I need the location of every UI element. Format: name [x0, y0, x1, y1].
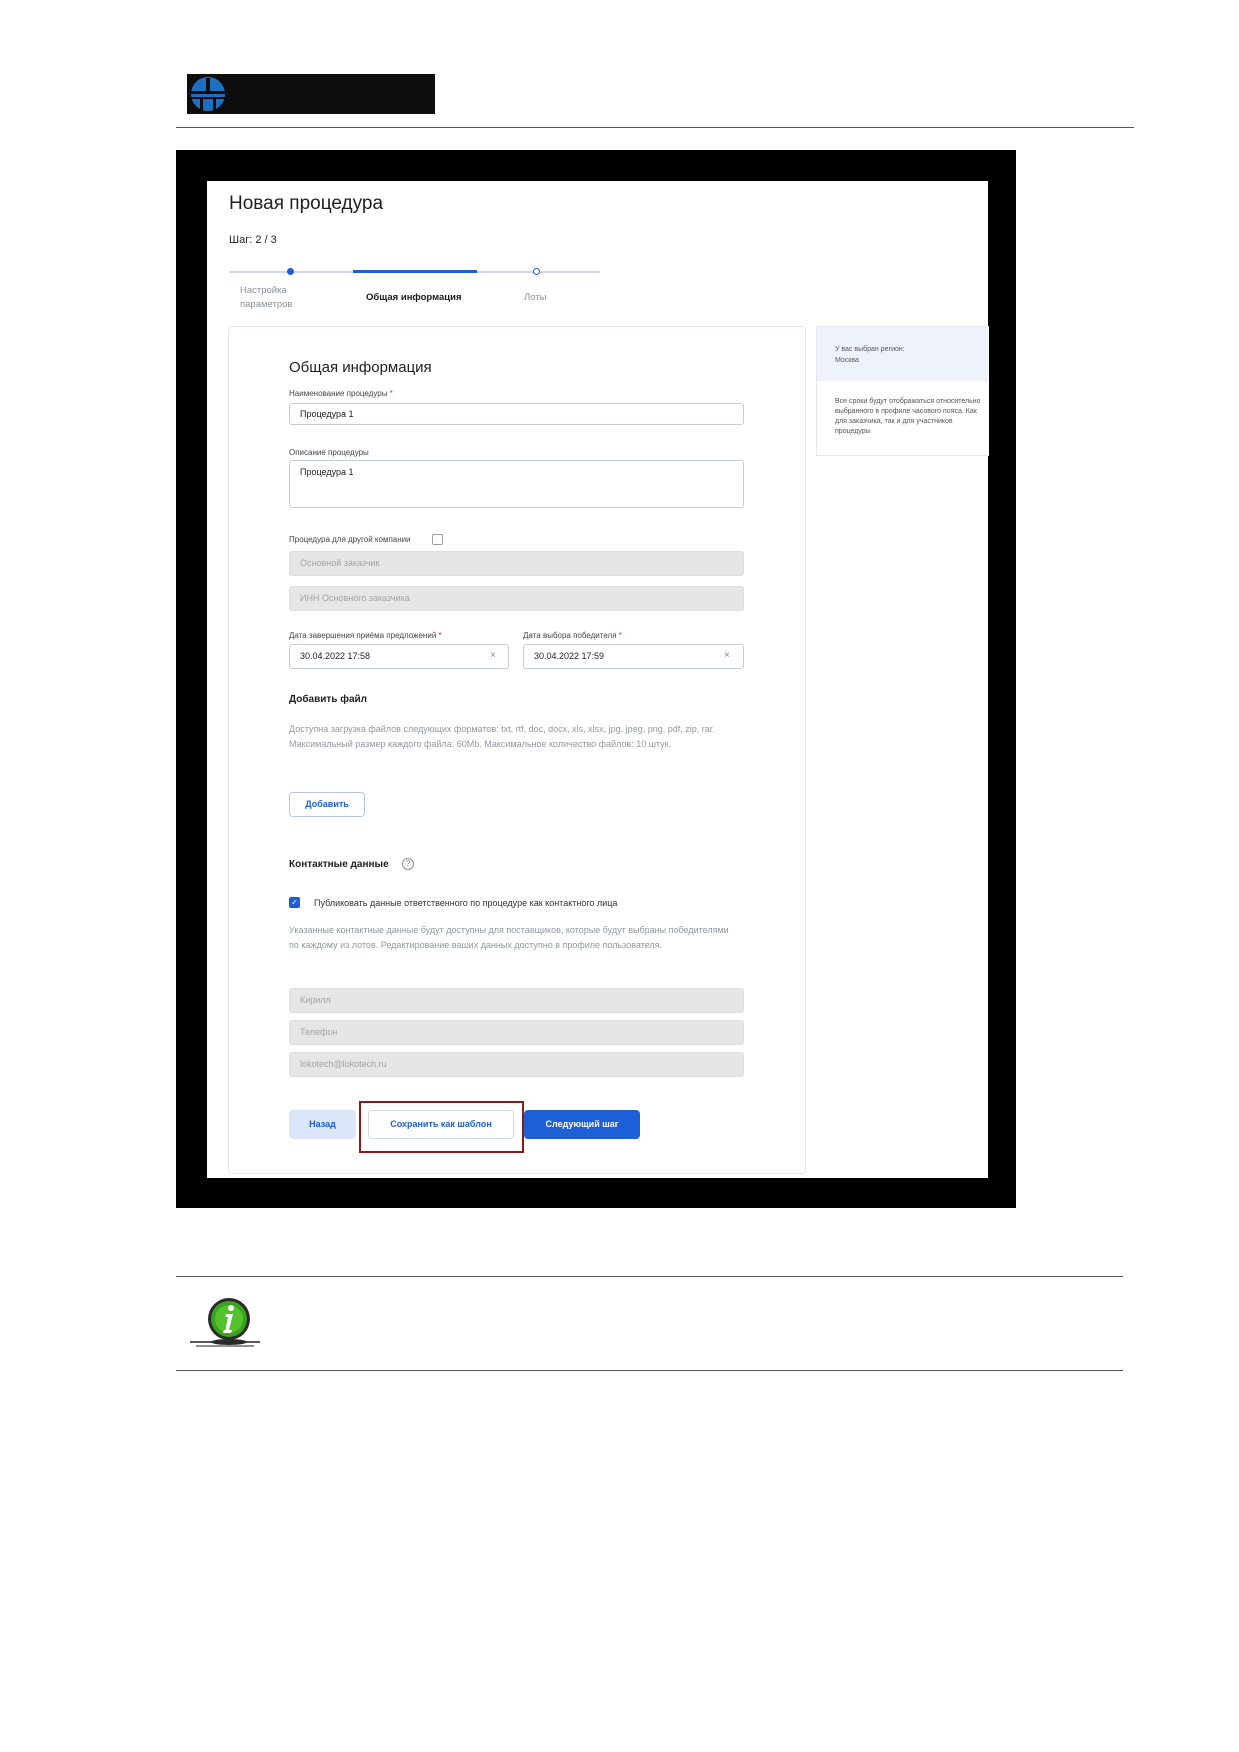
header-divider: [176, 127, 1134, 128]
procedure-name-label-text: Наименование процедуры: [289, 389, 388, 398]
other-company-checkbox[interactable]: [432, 534, 443, 545]
stepper-dot-next: [533, 268, 540, 275]
region-value: Москва: [835, 357, 859, 364]
section-title: Общая информация: [289, 359, 432, 376]
stepper-dot-done: [287, 268, 294, 275]
save-template-highlight: [359, 1101, 524, 1153]
main-customer-input[interactable]: Основной заказчик: [289, 551, 744, 576]
add-file-button[interactable]: Добавить: [289, 792, 365, 817]
next-step-button[interactable]: Следующий шаг: [524, 1110, 640, 1139]
end-date-label: Дата завершения приёма предложений *: [289, 631, 442, 640]
winner-date-clear-icon[interactable]: ×: [724, 650, 730, 661]
winner-date-label-text: Дата выбора победителя: [523, 631, 617, 640]
other-company-label: Процедура для другой компании: [289, 535, 411, 544]
procedure-name-label: Наименование процедуры *: [289, 389, 393, 398]
back-button[interactable]: Назад: [289, 1110, 356, 1139]
region-title: У вас выбран регион:: [835, 346, 905, 353]
end-date-input[interactable]: 30.04.2022 17:58: [289, 644, 509, 669]
contact-phone-input[interactable]: Телефон: [289, 1020, 744, 1045]
note-top-divider: [176, 1276, 1123, 1277]
publish-contacts-checkbox[interactable]: ✓: [289, 897, 300, 908]
stepper-label-lots[interactable]: Лоты: [524, 291, 547, 305]
add-file-title: Добавить файл: [289, 694, 368, 705]
stepper-label-general[interactable]: Общая информация: [366, 291, 462, 305]
procedure-name-input[interactable]: Процедура 1: [289, 403, 744, 425]
timezone-note: Все сроки будут отображаться относительн…: [835, 398, 981, 435]
file-formats-info: Доступна загрузка файлов следующих форма…: [289, 724, 715, 749]
help-icon[interactable]: ?: [402, 858, 414, 870]
contacts-info: Указанные контактные данные будут доступ…: [289, 925, 729, 950]
winner-date-input[interactable]: 30.04.2022 17:59: [523, 644, 744, 669]
info-icon: [190, 1298, 260, 1347]
required-mark: *: [389, 389, 393, 398]
procedure-description-label: Описание процедуры: [289, 448, 369, 457]
main-customer-inn-input[interactable]: ИНН Основного заказчика: [289, 586, 744, 611]
step-counter: Шаг: 2 / 3: [229, 234, 277, 246]
contact-email-input[interactable]: lokotech@lokotech.ru: [289, 1052, 744, 1077]
publish-contacts-label: Публиковать данные ответственного по про…: [314, 898, 618, 908]
contacts-title: Контактные данные: [289, 859, 389, 870]
end-date-label-text: Дата завершения приёма предложений: [289, 631, 437, 640]
required-mark: *: [618, 631, 622, 640]
page-title: Новая процедура: [229, 193, 384, 214]
winner-date-label: Дата выбора победителя *: [523, 631, 622, 640]
procedure-description-textarea[interactable]: Процедура 1: [289, 460, 744, 508]
stepper-track-active: [353, 270, 477, 273]
end-date-clear-icon[interactable]: ×: [490, 650, 496, 661]
company-logo-emblem-icon: [191, 77, 225, 112]
required-mark: *: [438, 631, 442, 640]
stepper-label-settings[interactable]: Настройка параметров: [240, 284, 292, 312]
contact-name-input[interactable]: Кирилл: [289, 988, 744, 1013]
note-bottom-divider: [176, 1370, 1123, 1371]
